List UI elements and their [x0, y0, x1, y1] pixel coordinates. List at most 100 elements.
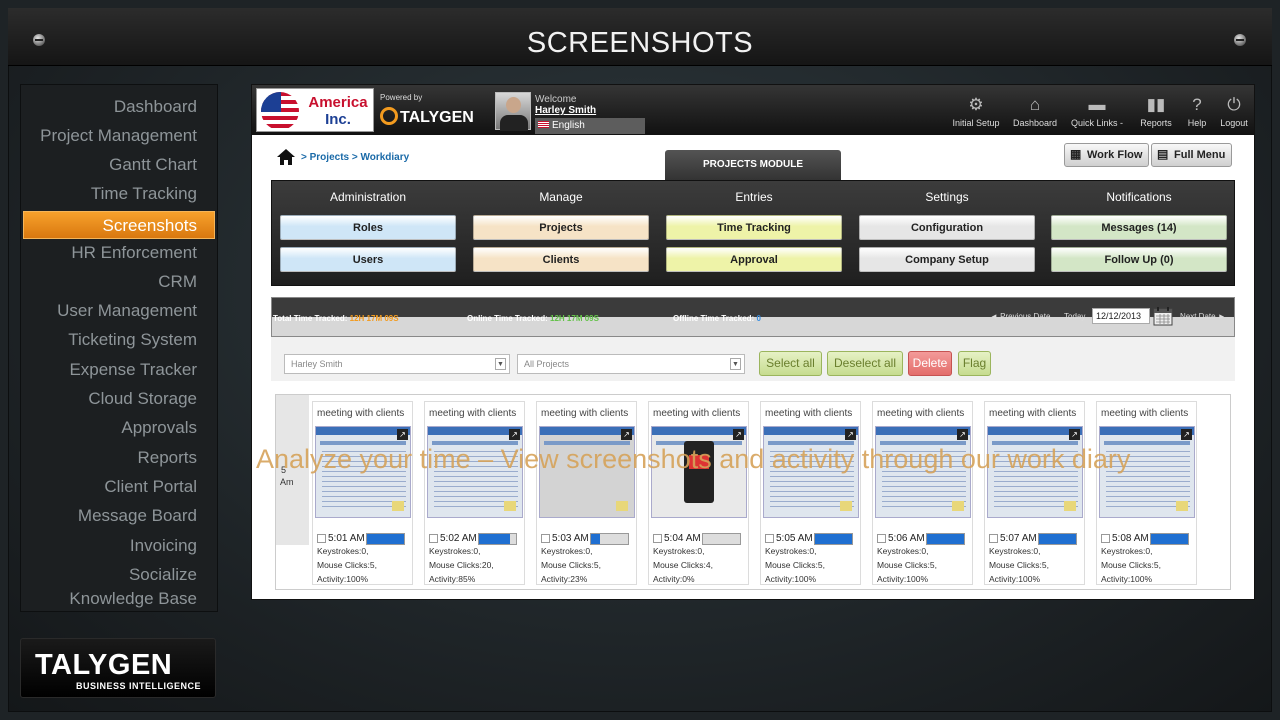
expand-icon[interactable]: ↗ — [957, 429, 968, 440]
expand-icon[interactable]: ↗ — [509, 429, 520, 440]
sidebar-item-message-board[interactable]: Message Board — [78, 506, 197, 526]
activity-bar — [702, 533, 741, 545]
sidebar-item-user-management[interactable]: User Management — [57, 301, 197, 321]
screenshot-title: meeting with clients — [653, 408, 741, 419]
chevron-down-icon: ▼ — [495, 358, 506, 370]
screenshot-checkbox[interactable] — [1101, 534, 1110, 543]
work-flow-label: Work Flow — [1087, 149, 1143, 161]
module-button-messages-14[interactable]: Messages (14) — [1051, 215, 1227, 240]
us-flag-icon — [538, 121, 549, 128]
screenshot-title: meeting with clients — [1101, 408, 1189, 419]
user-filter-select[interactable]: Harley Smith ▼ — [284, 354, 510, 374]
module-button-clients[interactable]: Clients — [473, 247, 649, 272]
project-filter-select[interactable]: All Projects ▼ — [517, 354, 745, 374]
sidebar-item-project-management[interactable]: Project Management — [40, 126, 197, 146]
breadcrumb[interactable]: > Projects > Workdiary — [301, 152, 409, 163]
workflow-icon: ▦ — [1070, 147, 1082, 161]
screenshot-time: 5:06 AM — [888, 533, 925, 544]
sidebar-item-gantt-chart[interactable]: Gantt Chart — [109, 155, 197, 175]
next-date-link[interactable]: Next Date ► — [1180, 312, 1226, 321]
calendar-icon[interactable] — [1153, 306, 1173, 326]
module-button-projects[interactable]: Projects — [473, 215, 649, 240]
sidebar-item-expense-tracker[interactable]: Expense Tracker — [69, 360, 197, 380]
expand-icon[interactable]: ↗ — [1181, 429, 1192, 440]
sidebar-item-cloud-storage[interactable]: Cloud Storage — [88, 389, 197, 409]
date-input[interactable]: 12/12/2013 — [1092, 308, 1150, 324]
screenshot-card[interactable]: meeting with clients ↗ 5:08 AM Keystrokes:0… — [1096, 401, 1197, 585]
top-link-initial-setup[interactable]: ⚙ Initial Setup — [950, 95, 1002, 128]
module-button-approval[interactable]: Approval — [666, 247, 842, 272]
top-link-logout[interactable]: ⏻ Logout — [1216, 95, 1252, 128]
sidebar-item-reports[interactable]: Reports — [137, 448, 197, 468]
sidebar-item-screenshots[interactable]: Screenshots — [23, 211, 215, 239]
sidebar-item-approvals[interactable]: Approvals — [121, 418, 197, 438]
today-link[interactable]: Today — [1064, 312, 1085, 321]
screenshot-card[interactable]: meeting with clients ↗ 5:02 AM Keystrokes:0… — [424, 401, 525, 585]
activity-bar-fill — [815, 534, 852, 544]
language-select[interactable]: English — [535, 118, 645, 134]
screenshot-checkbox[interactable] — [653, 534, 662, 543]
sidebar-item-knowledge-base[interactable]: Knowledge Base — [69, 589, 197, 609]
expand-icon[interactable]: ↗ — [733, 429, 744, 440]
flag-icon — [261, 92, 299, 130]
power-icon: ⏻ — [1227, 95, 1241, 114]
screenshot-card[interactable]: meeting with clients ↗ 5:06 AM Keystrokes:0… — [872, 401, 973, 585]
feature-sidebar: Dashboard Project Management Gantt Chart Ti… — [20, 84, 218, 612]
top-link-help[interactable]: ? Help — [1182, 95, 1212, 128]
project-filter-value: All Projects — [524, 359, 570, 369]
expand-icon[interactable]: ↗ — [1069, 429, 1080, 440]
sidebar-item-time-tracking[interactable]: Time Tracking — [91, 184, 197, 204]
deselect-all-button[interactable]: Deselect all — [827, 351, 903, 376]
sidebar-item-socialize[interactable]: Socialize — [129, 565, 197, 585]
screenshot-checkbox[interactable] — [765, 534, 774, 543]
full-menu-button[interactable]: ▤ Full Menu — [1151, 143, 1233, 167]
screenshot-card[interactable]: meeting with clients ↗ 5:01 AM Keystrokes:0… — [312, 401, 413, 585]
screenshot-checkbox[interactable] — [541, 534, 550, 543]
sidebar-item-ticketing-system[interactable]: Ticketing System — [68, 330, 197, 350]
work-flow-button[interactable]: ▦ Work Flow — [1064, 143, 1150, 167]
home-icon[interactable] — [276, 147, 296, 167]
screenshot-checkbox[interactable] — [989, 534, 998, 543]
screenshot-checkbox[interactable] — [877, 534, 886, 543]
avatar[interactable] — [495, 92, 531, 131]
module-button-users[interactable]: Users — [280, 247, 456, 272]
screenshot-stat-activity-label: Activity:0% — [653, 574, 695, 584]
user-name-link[interactable]: Harley Smith — [535, 105, 596, 116]
previous-date-link[interactable]: ◄ Previous Date — [990, 312, 1050, 321]
select-all-button[interactable]: Select all — [759, 351, 822, 376]
screenshot-card[interactable]: meeting with clients ↗ 5:03 AM Keystrokes:0… — [536, 401, 637, 585]
activity-bar — [590, 533, 629, 545]
screenshot-checkbox[interactable] — [317, 534, 326, 543]
module-button-roles[interactable]: Roles — [280, 215, 456, 240]
filter-row: Harley Smith ▼ All Projects ▼ Select all D… — [271, 337, 1235, 381]
top-link-reports[interactable]: ▮▮ Reports — [1136, 95, 1176, 128]
top-link-quick-links[interactable]: ▬ Quick Links - — [1068, 95, 1126, 128]
expand-icon[interactable]: ↗ — [397, 429, 408, 440]
talygen-o-icon — [380, 107, 398, 125]
company-logo[interactable]: America Inc. — [256, 88, 374, 132]
module-button-company-setup[interactable]: Company Setup — [859, 247, 1035, 272]
module-button-follow-up-0[interactable]: Follow Up (0) — [1051, 247, 1227, 272]
sidebar-item-client-portal[interactable]: Client Portal — [104, 477, 197, 497]
module-button-time-tracking[interactable]: Time Tracking — [666, 215, 842, 240]
expand-icon[interactable]: ↗ — [845, 429, 856, 440]
offline-time-tracked: Offline Time Tracked: 0 — [673, 314, 761, 323]
sidebar-item-dashboard[interactable]: Dashboard — [114, 97, 197, 117]
flag-button[interactable]: Flag — [958, 351, 991, 376]
screenshot-card[interactable]: meeting with clients ↗ 5:05 AM Keystrokes:0… — [760, 401, 861, 585]
expand-icon[interactable]: ↗ — [621, 429, 632, 440]
screenshot-checkbox[interactable] — [429, 534, 438, 543]
screenshot-card[interactable]: meeting with clients ↗ 5:04 AM Keystrokes:0… — [648, 401, 749, 585]
module-button-configuration[interactable]: Configuration — [859, 215, 1035, 240]
projects-module-tab[interactable]: PROJECTS MODULE — [665, 150, 841, 180]
screenshot-stat-keystrokes: Keystrokes:0, — [877, 546, 929, 556]
top-link-dashboard[interactable]: ⌂ Dashboard — [1010, 95, 1060, 128]
sidebar-item-hr-enforcement[interactable]: HR Enforcement — [71, 243, 197, 263]
activity-bar — [926, 533, 965, 545]
sidebar-item-crm[interactable]: CRM — [158, 272, 197, 292]
thumb-note — [616, 501, 628, 511]
talygen-logo: TALYGEN BUSINESS INTELLIGENCE — [20, 638, 216, 698]
delete-button[interactable]: Delete — [908, 351, 952, 376]
sidebar-item-invoicing[interactable]: Invoicing — [130, 536, 197, 556]
screenshot-card[interactable]: meeting with clients ↗ 5:07 AM Keystrokes:0… — [984, 401, 1085, 585]
